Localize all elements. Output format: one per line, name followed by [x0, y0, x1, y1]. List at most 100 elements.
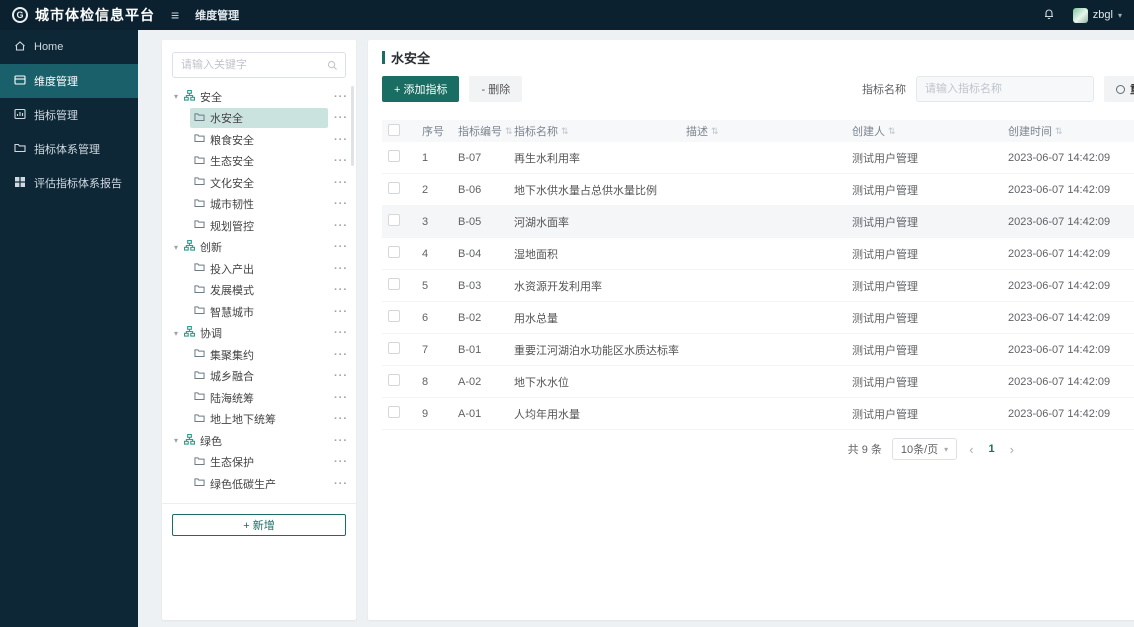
row-checkbox[interactable] — [388, 406, 400, 418]
tree-node[interactable]: 生态保护 — [190, 452, 328, 472]
tree-node-selected[interactable]: 水安全 — [190, 108, 328, 129]
table-row[interactable]: 1 B-07 再生水利用率 测试用户管理 2023-06-07 14:42:09 — [382, 142, 1134, 174]
prev-page-button[interactable]: ‹ — [967, 442, 975, 457]
caret-down-icon[interactable]: ▾ — [174, 243, 178, 252]
tree-node[interactable]: ▾ 创新 — [170, 237, 328, 257]
row-checkbox[interactable] — [388, 374, 400, 386]
row-checkbox[interactable] — [388, 278, 400, 290]
more-actions-icon[interactable]: ··· — [328, 327, 348, 339]
tree-node[interactable]: 城市韧性 — [190, 194, 328, 214]
row-checkbox[interactable] — [388, 150, 400, 162]
tree-node[interactable]: 地上地下统筹 — [190, 409, 328, 429]
more-actions-icon[interactable]: ··· — [328, 413, 348, 425]
row-checkbox[interactable] — [388, 214, 400, 226]
row-checkbox[interactable] — [388, 342, 400, 354]
delete-button[interactable]: - 删除 — [469, 76, 523, 102]
more-actions-icon[interactable]: ··· — [328, 284, 348, 296]
sort-icon[interactable]: ⇅ — [888, 126, 896, 137]
page-size-select[interactable]: 10条/页 ▾ — [891, 438, 958, 460]
tree-node[interactable]: ▾ 协调 — [170, 323, 328, 343]
sidebar-item-dimension-mgmt[interactable]: 维度管理 — [0, 64, 138, 98]
more-actions-icon[interactable]: ··· — [328, 435, 348, 447]
more-actions-icon[interactable]: ··· — [328, 177, 348, 189]
table-row[interactable]: 8 A-02 地下水水位 测试用户管理 2023-06-07 14:42:09 — [382, 366, 1134, 398]
caret-down-icon[interactable]: ▾ — [174, 92, 178, 101]
sidebar-item-indicator-system-mgmt[interactable]: 指标体系管理 — [0, 132, 138, 166]
tree-node[interactable]: 集聚集约 — [190, 345, 328, 365]
title-accent-bar — [382, 50, 385, 64]
tree-node-label: 投入产出 — [210, 263, 254, 276]
more-actions-icon[interactable]: ··· — [328, 263, 348, 275]
tree-node[interactable]: 发展模式 — [190, 280, 328, 300]
tree-node[interactable]: 绿色低碳生产 — [190, 474, 328, 494]
table-row[interactable]: 5 B-03 水资源开发利用率 测试用户管理 2023-06-07 14:42:… — [382, 270, 1134, 302]
tree-node[interactable]: 文化安全 — [190, 173, 328, 193]
caret-down-icon[interactable]: ▾ — [174, 436, 178, 445]
tree-node-label: 创新 — [200, 242, 223, 255]
caret-down-icon[interactable]: ▾ — [174, 329, 178, 338]
chevron-down-icon: ▾ — [1117, 10, 1122, 20]
more-actions-icon[interactable]: ··· — [328, 155, 348, 167]
column-header[interactable]: 指标编号 ⇅ — [458, 123, 514, 139]
tree-node[interactable]: 投入产出 — [190, 259, 328, 279]
table-row[interactable]: 6 B-02 用水总量 测试用户管理 2023-06-07 14:42:09 — [382, 302, 1134, 334]
column-header[interactable]: 创建时间 ⇅ — [1008, 123, 1134, 139]
tree-node[interactable]: 粮食安全 — [190, 130, 328, 150]
sidebar-item-label: Home — [34, 41, 64, 53]
more-actions-icon[interactable]: ··· — [328, 198, 348, 210]
tree-node[interactable]: 规划管控 — [190, 216, 328, 236]
more-actions-icon[interactable]: ··· — [328, 220, 348, 232]
more-actions-icon[interactable]: ··· — [328, 112, 348, 124]
tree-node[interactable]: 城乡融合 — [190, 366, 328, 386]
more-actions-icon[interactable]: ··· — [328, 392, 348, 404]
hamburger-menu-icon[interactable]: ≡ — [171, 7, 179, 23]
table-row[interactable]: 7 B-01 重要江河湖泊水功能区水质达标率 测试用户管理 2023-06-07… — [382, 334, 1134, 366]
row-checkbox[interactable] — [388, 310, 400, 322]
indicator-name-input[interactable] — [916, 76, 1094, 102]
more-actions-icon[interactable]: ··· — [328, 134, 348, 146]
column-header[interactable]: 创建人 ⇅ — [852, 123, 1008, 139]
cell-name: 地下水水位 — [514, 376, 569, 389]
add-dimension-button[interactable]: + 新增 — [172, 513, 346, 536]
table-row[interactable]: 3 B-05 河湖水面率 测试用户管理 2023-06-07 14:42:09 — [382, 206, 1134, 238]
more-actions-icon[interactable]: ··· — [328, 456, 348, 468]
tree-node-group: ▾ 创新 ··· — [162, 237, 356, 259]
tree-node[interactable]: ▾ 绿色 — [170, 431, 328, 451]
column-header[interactable]: 描述 ⇅ — [686, 123, 852, 139]
more-actions-icon[interactable]: ··· — [328, 91, 348, 103]
reset-button[interactable]: 重置 — [1104, 76, 1134, 102]
add-indicator-button[interactable]: + 添加指标 — [382, 76, 460, 102]
tree-node[interactable]: 生态安全 — [190, 151, 328, 171]
user-menu[interactable]: zbgl ▾ — [1072, 7, 1122, 23]
row-checkbox[interactable] — [388, 182, 400, 194]
row-checkbox[interactable] — [388, 246, 400, 258]
dimension-tree: ▾ 安全 ··· 水安全 ··· 粮食安全 ··· 生态安全 ··· 文化安全 ··· 城市… — [162, 86, 356, 495]
tree-node[interactable]: 智慧城市 — [190, 302, 328, 322]
more-actions-icon[interactable]: ··· — [328, 241, 348, 253]
table-row[interactable]: 9 A-01 人均年用水量 测试用户管理 2023-06-07 14:42:09 — [382, 398, 1134, 430]
tree-node[interactable]: ▾ 安全 — [170, 87, 328, 107]
page-number-current[interactable]: 1 — [986, 443, 998, 455]
sort-icon[interactable]: ⇅ — [505, 126, 513, 137]
sort-icon[interactable]: ⇅ — [711, 126, 719, 137]
more-actions-icon[interactable]: ··· — [328, 370, 348, 382]
next-page-button[interactable]: › — [1008, 442, 1016, 457]
sidebar-item-indicator-mgmt[interactable]: 指标管理 — [0, 98, 138, 132]
tree-search-input[interactable] — [173, 53, 345, 77]
table-row[interactable]: 4 B-04 湿地面积 测试用户管理 2023-06-07 14:42:09 — [382, 238, 1134, 270]
notification-bell-icon[interactable] — [1043, 7, 1055, 23]
select-all-checkbox[interactable] — [388, 123, 400, 136]
sort-icon[interactable]: ⇅ — [561, 126, 569, 137]
sort-icon[interactable]: ⇅ — [1055, 126, 1063, 137]
tree-scrollbar[interactable] — [351, 86, 354, 166]
more-actions-icon[interactable]: ··· — [328, 478, 348, 490]
more-actions-icon[interactable]: ··· — [328, 349, 348, 361]
more-actions-icon[interactable]: ··· — [328, 306, 348, 318]
folder-icon — [194, 413, 205, 426]
table-row[interactable]: 2 B-06 地下水供水量占总供水量比例 测试用户管理 2023-06-07 1… — [382, 174, 1134, 206]
sidebar-item-evaluation-report[interactable]: 评估指标体系报告 — [0, 166, 138, 200]
sidebar-item-home[interactable]: Home — [0, 30, 138, 64]
tree-node[interactable]: 陆海统筹 — [190, 388, 328, 408]
column-header[interactable]: 指标名称 ⇅ — [514, 123, 686, 139]
tree-node-leaf: 规划管控 ··· — [162, 215, 356, 237]
